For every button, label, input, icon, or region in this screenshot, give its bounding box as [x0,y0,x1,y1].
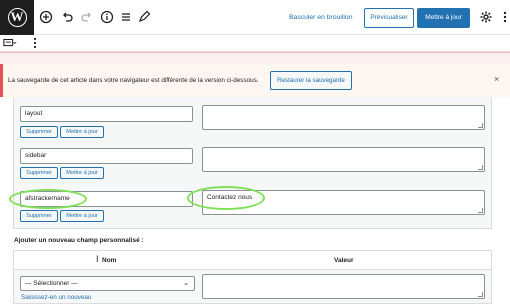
editor-top-bar: W Basculer en brouillon Prévisualiser Me… [0,0,510,35]
column-name-header: Nom [102,257,117,264]
column-value-header: Valeur [334,257,354,264]
field-name-input[interactable]: sidebar [20,148,193,164]
delete-field-button[interactable]: Supprimer [20,210,58,222]
field-name-input[interactable]: layout [20,106,193,122]
field-value-textarea[interactable] [202,147,485,172]
update-field-button[interactable]: Mettre à jour [60,126,104,138]
new-field-value-textarea[interactable] [202,274,485,299]
custom-field-row: layout Supprimer Mettre à jour [14,103,491,147]
custom-fields-panel: layout Supprimer Mettre à jour sidebar S… [13,97,492,229]
update-field-button[interactable]: Mettre à jour [60,167,104,179]
list-view-icon[interactable] [119,10,133,24]
update-button[interactable]: Mettre à jour [417,8,470,28]
preview-button[interactable]: Prévisualiser [364,8,414,28]
autosave-notice: La sauvegarde de cet article dans votre … [0,64,510,97]
edit-tools-icon[interactable] [137,10,151,24]
wordpress-logo-icon: W [7,8,27,27]
text-cursor-icon: I [96,254,99,264]
field-name-select[interactable]: — Sélectionner — ⌄ [20,276,195,291]
redo-icon[interactable] [80,10,94,24]
table-header: Nom Valeur [14,251,491,270]
block-layout-icon[interactable] [3,36,19,50]
delete-field-button[interactable]: Supprimer [20,167,58,179]
delete-field-button[interactable]: Supprimer [20,126,58,138]
notice-message: La sauvegarde de cet article dans votre … [8,77,259,84]
undo-icon[interactable] [60,10,74,24]
error-band [0,52,510,64]
add-field-title: Ajouter un nouveau champ personnalisé : [14,237,144,244]
close-icon[interactable]: × [494,74,499,84]
custom-field-row: sidebar Supprimer Mettre à jour [14,145,491,189]
details-icon[interactable] [100,10,114,24]
block-toolbar [0,35,510,52]
field-value-textarea[interactable] [202,105,485,130]
wordpress-logo[interactable]: W [0,0,34,35]
select-value: — Sélectionner — [25,280,78,287]
switch-to-draft-button[interactable]: Basculer en brouillon [289,14,352,21]
custom-field-row: afstrackername Supprimer Mettre à jour C… [14,187,491,231]
field-name-input[interactable]: afstrackername [20,191,193,207]
add-block-icon[interactable] [39,10,53,24]
restore-backup-button[interactable]: Restaurer la sauvegarde [270,71,352,90]
chevron-down-icon: ⌄ [183,280,189,287]
enter-new-link[interactable]: Saisissez-en un nouveau [21,294,91,301]
update-field-button[interactable]: Mettre à jour [60,210,104,222]
vertical-ellipsis-icon[interactable] [498,10,510,24]
field-value-textarea[interactable]: Contactez nous [202,190,485,215]
gear-icon[interactable] [479,10,493,24]
block-options-icon[interactable] [28,36,42,50]
add-custom-field-table: Nom Valeur — Sélectionner — ⌄ Saisissez-… [13,250,492,304]
